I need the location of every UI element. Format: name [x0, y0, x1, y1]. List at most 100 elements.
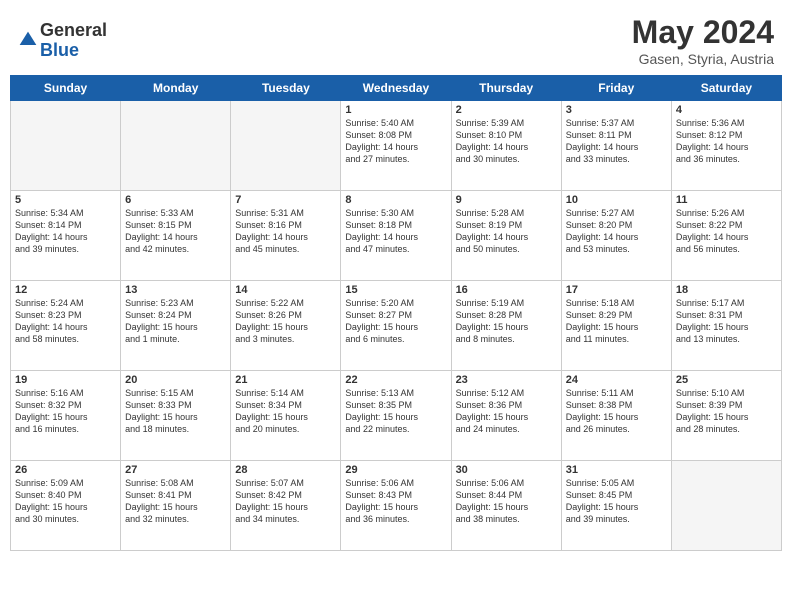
logo-general-text: General: [40, 21, 107, 41]
day-number: 8: [345, 194, 446, 206]
day-header-sunday: Sunday: [11, 76, 121, 101]
cell-info: Sunrise: 5:13 AM Sunset: 8:35 PM Dayligh…: [345, 387, 446, 436]
cell-info: Sunrise: 5:15 AM Sunset: 8:33 PM Dayligh…: [125, 387, 226, 436]
cell-info: Sunrise: 5:23 AM Sunset: 8:24 PM Dayligh…: [125, 297, 226, 346]
header: General Blue May 2024 Gasen, Styria, Aus…: [10, 10, 782, 75]
cell-info: Sunrise: 5:24 AM Sunset: 8:23 PM Dayligh…: [15, 297, 116, 346]
cell-info: Sunrise: 5:07 AM Sunset: 8:42 PM Dayligh…: [235, 477, 336, 526]
cell-info: Sunrise: 5:33 AM Sunset: 8:15 PM Dayligh…: [125, 207, 226, 256]
day-number: 30: [456, 464, 557, 476]
cal-cell: 19Sunrise: 5:16 AM Sunset: 8:32 PM Dayli…: [11, 371, 121, 461]
day-number: 24: [566, 374, 667, 386]
cal-cell: 11Sunrise: 5:26 AM Sunset: 8:22 PM Dayli…: [671, 191, 781, 281]
day-number: 7: [235, 194, 336, 206]
cal-cell: 13Sunrise: 5:23 AM Sunset: 8:24 PM Dayli…: [121, 281, 231, 371]
cell-info: Sunrise: 5:34 AM Sunset: 8:14 PM Dayligh…: [15, 207, 116, 256]
day-number: 20: [125, 374, 226, 386]
cell-info: Sunrise: 5:09 AM Sunset: 8:40 PM Dayligh…: [15, 477, 116, 526]
day-number: 11: [676, 194, 777, 206]
cal-cell: 15Sunrise: 5:20 AM Sunset: 8:27 PM Dayli…: [341, 281, 451, 371]
cal-cell: [11, 101, 121, 191]
cal-cell: 9Sunrise: 5:28 AM Sunset: 8:19 PM Daylig…: [451, 191, 561, 281]
calendar-title: May 2024: [632, 14, 774, 51]
day-header-tuesday: Tuesday: [231, 76, 341, 101]
day-header-wednesday: Wednesday: [341, 76, 451, 101]
cal-cell: 29Sunrise: 5:06 AM Sunset: 8:43 PM Dayli…: [341, 461, 451, 551]
day-number: 1: [345, 104, 446, 116]
day-number: 22: [345, 374, 446, 386]
day-number: 26: [15, 464, 116, 476]
day-number: 2: [456, 104, 557, 116]
day-number: 23: [456, 374, 557, 386]
week-row-2: 5Sunrise: 5:34 AM Sunset: 8:14 PM Daylig…: [11, 191, 782, 281]
cal-cell: 28Sunrise: 5:07 AM Sunset: 8:42 PM Dayli…: [231, 461, 341, 551]
day-header-saturday: Saturday: [671, 76, 781, 101]
cell-info: Sunrise: 5:30 AM Sunset: 8:18 PM Dayligh…: [345, 207, 446, 256]
cell-info: Sunrise: 5:18 AM Sunset: 8:29 PM Dayligh…: [566, 297, 667, 346]
cell-info: Sunrise: 5:17 AM Sunset: 8:31 PM Dayligh…: [676, 297, 777, 346]
cal-cell: 21Sunrise: 5:14 AM Sunset: 8:34 PM Dayli…: [231, 371, 341, 461]
day-number: 28: [235, 464, 336, 476]
cell-info: Sunrise: 5:36 AM Sunset: 8:12 PM Dayligh…: [676, 117, 777, 166]
cell-info: Sunrise: 5:08 AM Sunset: 8:41 PM Dayligh…: [125, 477, 226, 526]
day-number: 6: [125, 194, 226, 206]
cell-info: Sunrise: 5:28 AM Sunset: 8:19 PM Dayligh…: [456, 207, 557, 256]
day-number: 21: [235, 374, 336, 386]
logo: General Blue: [18, 21, 107, 61]
cell-info: Sunrise: 5:27 AM Sunset: 8:20 PM Dayligh…: [566, 207, 667, 256]
cal-cell: 31Sunrise: 5:05 AM Sunset: 8:45 PM Dayli…: [561, 461, 671, 551]
cell-info: Sunrise: 5:06 AM Sunset: 8:43 PM Dayligh…: [345, 477, 446, 526]
day-number: 27: [125, 464, 226, 476]
cell-info: Sunrise: 5:20 AM Sunset: 8:27 PM Dayligh…: [345, 297, 446, 346]
logo-text: General Blue: [40, 21, 107, 61]
calendar-table: SundayMondayTuesdayWednesdayThursdayFrid…: [10, 75, 782, 551]
cell-info: Sunrise: 5:10 AM Sunset: 8:39 PM Dayligh…: [676, 387, 777, 436]
cell-info: Sunrise: 5:31 AM Sunset: 8:16 PM Dayligh…: [235, 207, 336, 256]
cal-cell: 17Sunrise: 5:18 AM Sunset: 8:29 PM Dayli…: [561, 281, 671, 371]
day-number: 17: [566, 284, 667, 296]
cal-cell: 16Sunrise: 5:19 AM Sunset: 8:28 PM Dayli…: [451, 281, 561, 371]
cell-info: Sunrise: 5:12 AM Sunset: 8:36 PM Dayligh…: [456, 387, 557, 436]
cal-cell: 24Sunrise: 5:11 AM Sunset: 8:38 PM Dayli…: [561, 371, 671, 461]
cal-cell: 20Sunrise: 5:15 AM Sunset: 8:33 PM Dayli…: [121, 371, 231, 461]
day-number: 3: [566, 104, 667, 116]
cal-cell: 10Sunrise: 5:27 AM Sunset: 8:20 PM Dayli…: [561, 191, 671, 281]
page: General Blue May 2024 Gasen, Styria, Aus…: [0, 0, 792, 612]
cal-cell: 27Sunrise: 5:08 AM Sunset: 8:41 PM Dayli…: [121, 461, 231, 551]
day-header-thursday: Thursday: [451, 76, 561, 101]
cell-info: Sunrise: 5:37 AM Sunset: 8:11 PM Dayligh…: [566, 117, 667, 166]
day-number: 18: [676, 284, 777, 296]
cell-info: Sunrise: 5:40 AM Sunset: 8:08 PM Dayligh…: [345, 117, 446, 166]
cell-info: Sunrise: 5:22 AM Sunset: 8:26 PM Dayligh…: [235, 297, 336, 346]
logo-icon: [18, 30, 38, 50]
day-number: 12: [15, 284, 116, 296]
cal-cell: 8Sunrise: 5:30 AM Sunset: 8:18 PM Daylig…: [341, 191, 451, 281]
cal-cell: [231, 101, 341, 191]
day-header-friday: Friday: [561, 76, 671, 101]
day-number: 14: [235, 284, 336, 296]
day-number: 16: [456, 284, 557, 296]
week-row-5: 26Sunrise: 5:09 AM Sunset: 8:40 PM Dayli…: [11, 461, 782, 551]
cal-cell: 18Sunrise: 5:17 AM Sunset: 8:31 PM Dayli…: [671, 281, 781, 371]
day-number: 10: [566, 194, 667, 206]
cal-cell: [671, 461, 781, 551]
week-row-4: 19Sunrise: 5:16 AM Sunset: 8:32 PM Dayli…: [11, 371, 782, 461]
cal-cell: 5Sunrise: 5:34 AM Sunset: 8:14 PM Daylig…: [11, 191, 121, 281]
cal-cell: 6Sunrise: 5:33 AM Sunset: 8:15 PM Daylig…: [121, 191, 231, 281]
day-header-monday: Monday: [121, 76, 231, 101]
header-row: SundayMondayTuesdayWednesdayThursdayFrid…: [11, 76, 782, 101]
week-row-1: 1Sunrise: 5:40 AM Sunset: 8:08 PM Daylig…: [11, 101, 782, 191]
day-number: 15: [345, 284, 446, 296]
cal-cell: 23Sunrise: 5:12 AM Sunset: 8:36 PM Dayli…: [451, 371, 561, 461]
cell-info: Sunrise: 5:14 AM Sunset: 8:34 PM Dayligh…: [235, 387, 336, 436]
day-number: 9: [456, 194, 557, 206]
day-number: 4: [676, 104, 777, 116]
logo-blue-text: Blue: [40, 41, 107, 61]
day-number: 5: [15, 194, 116, 206]
cal-cell: 25Sunrise: 5:10 AM Sunset: 8:39 PM Dayli…: [671, 371, 781, 461]
day-number: 19: [15, 374, 116, 386]
day-number: 25: [676, 374, 777, 386]
cal-cell: 30Sunrise: 5:06 AM Sunset: 8:44 PM Dayli…: [451, 461, 561, 551]
cal-cell: 4Sunrise: 5:36 AM Sunset: 8:12 PM Daylig…: [671, 101, 781, 191]
day-number: 13: [125, 284, 226, 296]
